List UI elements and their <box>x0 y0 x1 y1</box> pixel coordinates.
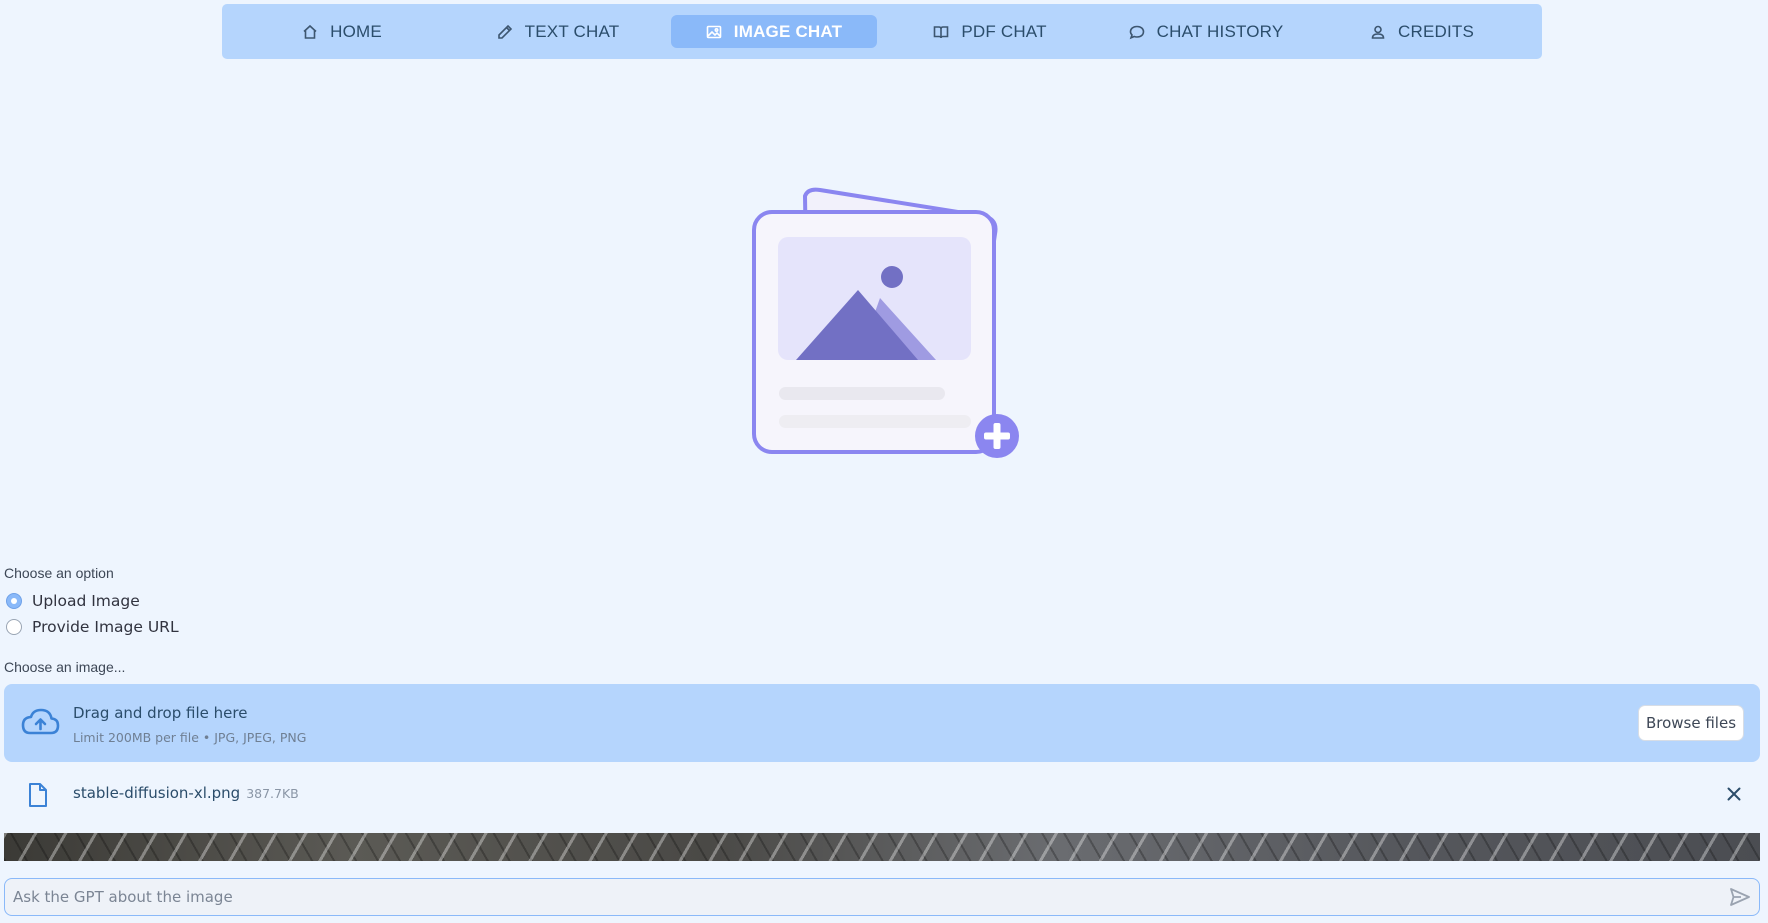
send-icon[interactable] <box>1729 887 1751 907</box>
nav-chat-history[interactable]: CHAT HISTORY <box>1103 15 1309 48</box>
radio-provide-url[interactable]: Provide Image URL <box>6 618 179 636</box>
uploaded-file-row: stable-diffusion-xl.png 387.7KB <box>4 774 1760 814</box>
browse-files-button[interactable]: Browse files <box>1638 705 1744 741</box>
dropzone-subtitle: Limit 200MB per file • JPG, JPEG, PNG <box>73 730 307 745</box>
radio-upload-image[interactable]: Upload Image <box>6 592 140 610</box>
uploader-label: Choose an image... <box>4 659 126 675</box>
user-icon <box>1371 25 1385 39</box>
image-upload-illustration <box>752 187 1019 458</box>
dropzone-title: Drag and drop file here <box>73 704 248 722</box>
nav-label: HOME <box>330 21 382 41</box>
file-dropzone[interactable]: Drag and drop file here Limit 200MB per … <box>4 684 1760 762</box>
radio-button[interactable] <box>6 619 22 635</box>
radio-label: Provide Image URL <box>32 618 179 636</box>
pencil-icon <box>497 24 512 39</box>
cloud-upload-icon <box>21 708 60 735</box>
chat-bubble-icon <box>1129 25 1144 39</box>
page: HOME TEXT CHAT IMAGE CHAT PDF CHAT CHAT … <box>0 0 1768 923</box>
radio-button[interactable] <box>6 593 22 609</box>
top-nav: HOME TEXT CHAT IMAGE CHAT PDF CHAT CHAT … <box>222 4 1542 59</box>
nav-label: TEXT CHAT <box>524 21 620 41</box>
nav-credits[interactable]: CREDITS <box>1319 15 1525 48</box>
nav-pdf-chat[interactable]: PDF CHAT <box>887 15 1093 48</box>
nav-label: CREDITS <box>1397 21 1475 41</box>
image-icon <box>706 25 722 38</box>
file-size: 387.7KB <box>246 786 299 801</box>
chat-input[interactable] <box>13 879 1703 915</box>
image-preview <box>4 833 1760 861</box>
nav-home[interactable]: HOME <box>239 15 445 48</box>
nav-image-chat[interactable]: IMAGE CHAT <box>671 15 877 48</box>
options-label: Choose an option <box>4 565 114 581</box>
nav-label: PDF CHAT <box>961 21 1047 41</box>
radio-label: Upload Image <box>32 592 140 610</box>
nav-label: CHAT HISTORY <box>1156 21 1284 41</box>
close-icon[interactable] <box>1724 784 1744 804</box>
home-icon <box>303 24 317 39</box>
nav-label: IMAGE CHAT <box>733 21 843 41</box>
file-icon <box>29 783 47 807</box>
chat-input-container <box>4 878 1760 916</box>
book-icon <box>934 25 949 38</box>
nav-text-chat[interactable]: TEXT CHAT <box>455 15 661 48</box>
file-name: stable-diffusion-xl.png <box>73 784 241 802</box>
